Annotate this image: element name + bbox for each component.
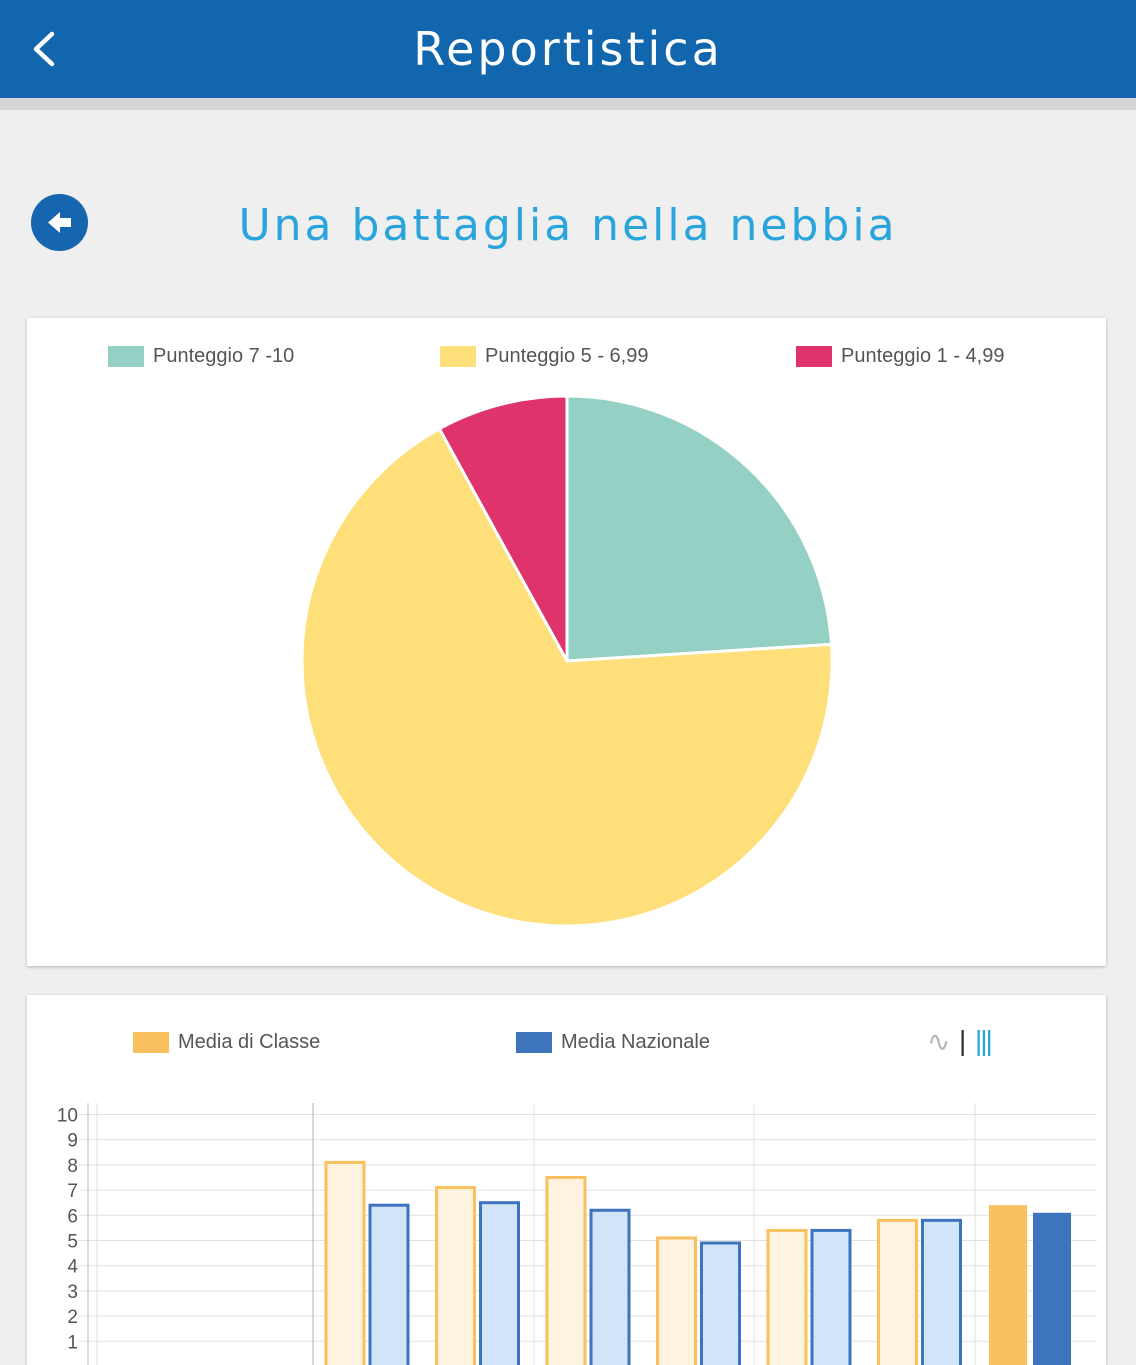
bar-class-average[interactable]: [437, 1188, 475, 1365]
pie-chart-card: Punteggio 7 -10 Punteggio 5 - 6,99 Punte…: [27, 318, 1106, 966]
bar-national-average[interactable]: [702, 1243, 740, 1365]
y-tick-label: 6: [67, 1206, 78, 1227]
bar-chart: 1 2 3 4 5 6 7 8 9 10: [27, 995, 1106, 1365]
bar-class-average[interactable]: [326, 1162, 364, 1365]
bar-national-average[interactable]: [591, 1210, 629, 1365]
bar-national-average[interactable]: [1033, 1213, 1071, 1365]
bar-national-average[interactable]: [481, 1203, 519, 1365]
bar-class-average[interactable]: [879, 1220, 917, 1365]
bar-class-average[interactable]: [658, 1238, 696, 1365]
y-tick-label: 9: [67, 1131, 78, 1152]
y-tick-label: 2: [67, 1307, 78, 1328]
chevron-left-icon[interactable]: [22, 22, 70, 76]
bar-chart-card: Media di Classe Media Nazionale ∿ | ||| …: [27, 995, 1106, 1365]
pie-chart: [27, 318, 1106, 966]
header-shadow: [0, 98, 1136, 110]
bar-class-average[interactable]: [768, 1230, 806, 1365]
y-tick-label: 4: [67, 1257, 78, 1278]
bar-national-average[interactable]: [923, 1220, 961, 1365]
y-tick-label: 10: [57, 1106, 78, 1127]
bar-national-average[interactable]: [370, 1205, 408, 1365]
bar-national-average[interactable]: [812, 1230, 850, 1365]
y-tick-label: 5: [67, 1232, 78, 1253]
y-tick-label: 1: [67, 1332, 78, 1353]
bar-class-average[interactable]: [547, 1178, 585, 1365]
bar-class-average[interactable]: [989, 1205, 1027, 1365]
pie-slice[interactable]: [567, 396, 831, 661]
y-tick-label: 8: [67, 1156, 78, 1177]
app-title: Reportistica: [0, 0, 1136, 98]
y-tick-label: 3: [67, 1282, 78, 1303]
y-tick-label: 7: [67, 1181, 78, 1202]
page-title: Una battaglia nella nebbia: [0, 196, 1136, 256]
